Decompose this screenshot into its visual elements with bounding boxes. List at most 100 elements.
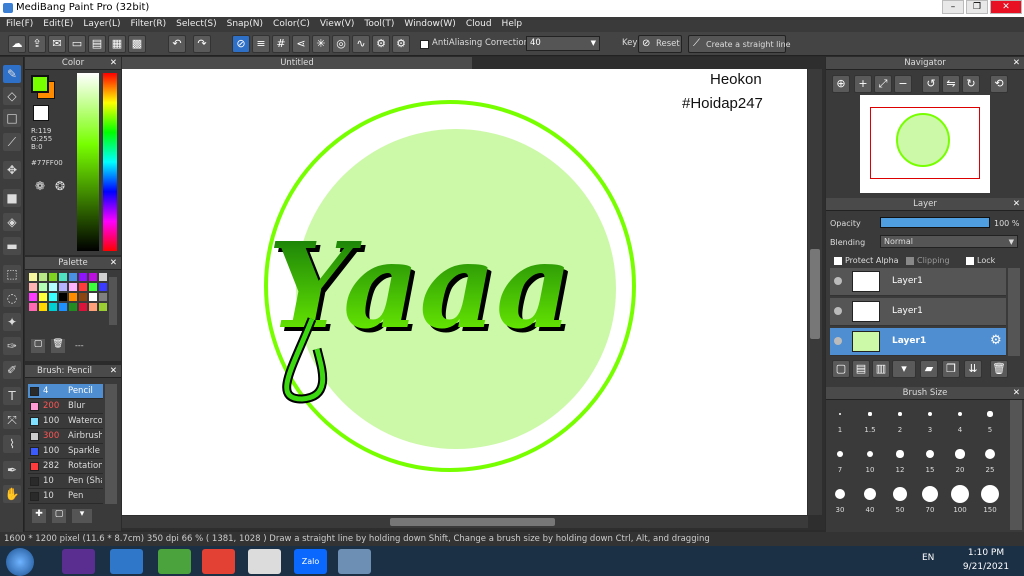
lock-checkbox[interactable] bbox=[966, 257, 974, 265]
brush-size-dot[interactable] bbox=[987, 411, 993, 417]
operation-tool-icon[interactable]: ⤧ bbox=[3, 411, 21, 429]
manage-icon[interactable]: ▦ bbox=[108, 35, 126, 53]
eye-icon[interactable] bbox=[834, 277, 842, 285]
canvas-paper[interactable]: Yaaa Yaaa Heokon #Hoidap247 bbox=[122, 69, 807, 515]
menu-filter[interactable]: Filter(R) bbox=[131, 17, 167, 32]
close-icon[interactable]: ✕ bbox=[110, 257, 117, 270]
new-halftone-layer-icon[interactable]: ▤ bbox=[852, 360, 870, 378]
eyedropper-icon[interactable]: ⌇ bbox=[3, 435, 21, 453]
reset-button[interactable]: ⊘ Reset bbox=[638, 35, 682, 53]
duplicate-icon[interactable]: ❐ bbox=[942, 360, 960, 378]
brush-item[interactable]: 4 Pencil bbox=[28, 384, 103, 399]
rotate-left-icon[interactable]: ↺ bbox=[922, 75, 940, 93]
palette-swatch[interactable] bbox=[79, 293, 87, 301]
palette-swatch[interactable] bbox=[29, 293, 37, 301]
circle-snap-icon[interactable]: ◎ bbox=[332, 35, 350, 53]
clock-time[interactable]: 1:10 PM bbox=[966, 548, 1006, 558]
palette-swatch[interactable] bbox=[79, 303, 87, 311]
merge-icon[interactable]: ⇊ bbox=[964, 360, 982, 378]
fit-icon[interactable]: ⤢ bbox=[874, 75, 892, 93]
page-icon[interactable]: ▤ bbox=[88, 35, 106, 53]
chrome-icon[interactable] bbox=[202, 549, 235, 574]
palette-swatch[interactable] bbox=[59, 273, 67, 281]
palette-swatch[interactable] bbox=[49, 293, 57, 301]
close-icon[interactable]: ✕ bbox=[1013, 198, 1020, 211]
brush-size-dot[interactable] bbox=[955, 449, 965, 459]
opacity-slider[interactable] bbox=[880, 217, 990, 228]
brush-size-dot[interactable] bbox=[921, 485, 939, 503]
layer-item[interactable]: Layer1 bbox=[830, 298, 1006, 326]
horizontal-scrollbar[interactable] bbox=[122, 516, 808, 528]
brush-item[interactable]: 100 Watercolor bbox=[28, 414, 103, 429]
vertical-scrollbar[interactable] bbox=[808, 69, 822, 515]
antialiasing-checkbox[interactable] bbox=[420, 40, 429, 49]
palette-swatch[interactable] bbox=[79, 283, 87, 291]
close-icon[interactable]: ✕ bbox=[110, 365, 117, 378]
brush-menu-icon[interactable]: ▾ bbox=[72, 509, 92, 523]
trash-icon[interactable]: 🗑 bbox=[990, 360, 1008, 378]
palette-swatch[interactable] bbox=[39, 273, 47, 281]
palette-swatch[interactable] bbox=[59, 303, 67, 311]
brush-size-dot[interactable] bbox=[898, 412, 902, 416]
brush-item[interactable]: 300 Airbrush bbox=[28, 429, 103, 444]
palette-swatch[interactable] bbox=[89, 273, 97, 281]
palette-swatch[interactable] bbox=[99, 293, 107, 301]
navigator-preview[interactable] bbox=[860, 95, 990, 193]
coc-coc-browser-icon[interactable] bbox=[158, 549, 191, 574]
brush-item[interactable]: 282 Rotation bbox=[28, 459, 103, 474]
palette-swatch[interactable] bbox=[59, 283, 67, 291]
gear-icon[interactable]: ⚙ bbox=[990, 333, 1002, 348]
zoom-icon[interactable]: ⊕ bbox=[832, 75, 850, 93]
palette-swatch[interactable] bbox=[39, 303, 47, 311]
brush-size-dot[interactable] bbox=[951, 485, 969, 503]
zoom-out-icon[interactable]: − bbox=[894, 75, 912, 93]
close-icon[interactable]: ✕ bbox=[110, 57, 117, 70]
snap-off-icon[interactable]: ⊘ bbox=[232, 35, 250, 53]
palette-swatch[interactable] bbox=[39, 293, 47, 301]
brush-size-dot[interactable] bbox=[896, 450, 904, 458]
menu-snap[interactable]: Snap(N) bbox=[227, 17, 263, 32]
text-tool-icon[interactable]: T bbox=[3, 387, 21, 405]
transparent-swatch[interactable] bbox=[33, 105, 49, 121]
menu-help[interactable]: Help bbox=[502, 17, 523, 32]
brush-size-scrollbar[interactable] bbox=[1010, 400, 1022, 530]
curve-snap-icon[interactable]: ∿ bbox=[352, 35, 370, 53]
brush-item[interactable]: 10 Pen (Sharp) bbox=[28, 474, 103, 489]
palette-scrollbar[interactable] bbox=[109, 277, 117, 325]
brush-item[interactable]: 200 Blur bbox=[28, 399, 103, 414]
reset-view-icon[interactable]: ⟲ bbox=[990, 75, 1008, 93]
rotate-right-icon[interactable]: ↻ bbox=[962, 75, 980, 93]
menu-window[interactable]: Window(W) bbox=[404, 17, 455, 32]
vertical-scroll-thumb[interactable] bbox=[810, 249, 820, 339]
grid-icon[interactable]: ▩ bbox=[128, 35, 146, 53]
brush-size-dot[interactable] bbox=[985, 449, 995, 459]
visual-studio-icon[interactable] bbox=[62, 549, 95, 574]
hue-slider[interactable] bbox=[103, 73, 117, 251]
new-page-icon[interactable]: ▢ bbox=[52, 509, 66, 523]
cloud-icon[interactable]: ☁ bbox=[8, 35, 26, 53]
brush-size-dot[interactable] bbox=[863, 487, 877, 501]
brush-size-dot[interactable] bbox=[868, 412, 872, 416]
menu-view[interactable]: View(V) bbox=[320, 17, 355, 32]
palette-swatch[interactable] bbox=[99, 273, 107, 281]
palette-swatch[interactable] bbox=[29, 273, 37, 281]
brush-tool-icon[interactable]: ✎ bbox=[3, 65, 21, 83]
eye-icon[interactable] bbox=[834, 337, 842, 345]
parallel-snap-icon[interactable]: ≡ bbox=[252, 35, 270, 53]
fill-rect-tool-icon[interactable]: ■ bbox=[3, 189, 21, 207]
correction-select[interactable]: 40 ▼ bbox=[526, 36, 600, 51]
select-rect-icon[interactable]: ⬚ bbox=[3, 265, 21, 283]
menu-layer[interactable]: Layer(L) bbox=[83, 17, 120, 32]
palette-swatch[interactable] bbox=[49, 303, 57, 311]
eye-icon[interactable] bbox=[834, 307, 842, 315]
palette-icon[interactable]: ❁ bbox=[35, 179, 45, 193]
folder-icon[interactable]: ▰ bbox=[920, 360, 938, 378]
palette-swatch[interactable] bbox=[29, 303, 37, 311]
document-tab[interactable]: Untitled bbox=[122, 57, 472, 69]
brush-size-dot[interactable] bbox=[866, 450, 874, 458]
primary-color-swatch[interactable] bbox=[31, 75, 49, 93]
internet-explorer-icon[interactable] bbox=[110, 549, 143, 574]
lasso-icon[interactable]: ◌ bbox=[3, 289, 21, 307]
language-indicator[interactable]: EN bbox=[922, 553, 934, 563]
rectangle-tool-icon[interactable]: □ bbox=[3, 109, 21, 127]
